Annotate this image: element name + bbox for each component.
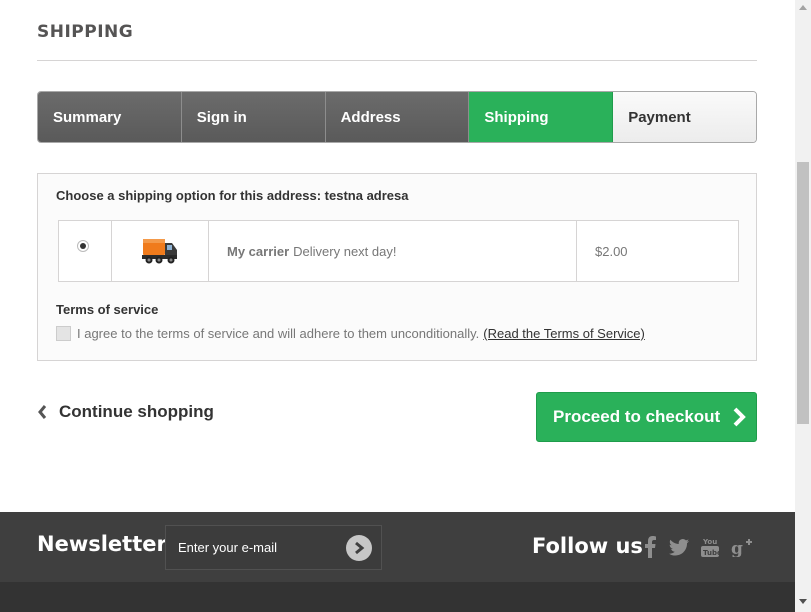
carrier-description: My carrier Delivery next day! bbox=[209, 221, 577, 281]
carrier-price: $2.00 bbox=[595, 243, 628, 259]
newsletter-placeholder: Enter your e-mail bbox=[178, 540, 277, 555]
carrier-radio[interactable] bbox=[77, 240, 89, 252]
footer: Newsletter Enter your e-mail Follow us Y… bbox=[0, 512, 795, 612]
step-payment: Payment bbox=[613, 92, 756, 142]
page-title: SHIPPING bbox=[37, 22, 134, 42]
terms-row: I agree to the terms of service and will… bbox=[56, 326, 645, 341]
svg-text:g: g bbox=[731, 539, 743, 557]
facebook-icon[interactable] bbox=[643, 536, 657, 558]
scroll-down-arrow-icon[interactable] bbox=[799, 599, 807, 604]
svg-text:You: You bbox=[702, 538, 717, 546]
step-address[interactable]: Address bbox=[325, 92, 470, 142]
shipping-options-title: Choose a shipping option for this addres… bbox=[56, 188, 409, 203]
twitter-icon[interactable] bbox=[669, 538, 689, 556]
google-plus-icon[interactable]: g bbox=[731, 537, 753, 557]
carrier-logo-cell bbox=[112, 221, 209, 281]
truck-icon bbox=[141, 232, 179, 271]
carrier-option[interactable]: My carrier Delivery next day! $2.00 bbox=[58, 220, 739, 282]
divider bbox=[37, 60, 757, 61]
terms-checkbox[interactable] bbox=[56, 326, 71, 341]
shipping-options-box: Choose a shipping option for this addres… bbox=[37, 173, 757, 361]
newsletter-submit-button[interactable] bbox=[346, 535, 372, 561]
social-links: You Tube g bbox=[643, 536, 753, 558]
checkout-steps: Summary Sign in Address Shipping Payment bbox=[37, 91, 757, 143]
order-page: SHIPPING Summary Sign in Address Shippin… bbox=[0, 0, 811, 612]
chevron-right-icon bbox=[732, 406, 747, 428]
svg-text:Tube: Tube bbox=[703, 549, 719, 557]
checkout-label: Proceed to checkout bbox=[553, 407, 721, 426]
youtube-icon[interactable]: You Tube bbox=[701, 536, 719, 558]
chevron-left-icon bbox=[37, 404, 47, 420]
carrier-delay: Delivery next day! bbox=[293, 243, 397, 259]
vertical-scrollbar[interactable] bbox=[795, 0, 811, 612]
follow-us-title: Follow us bbox=[532, 534, 643, 558]
read-terms-link[interactable]: (Read the Terms of Service) bbox=[483, 326, 645, 341]
proceed-to-checkout-button[interactable]: Proceed to checkout bbox=[536, 392, 757, 442]
step-shipping: Shipping bbox=[469, 92, 614, 142]
continue-shopping-label: Continue shopping bbox=[59, 402, 214, 421]
newsletter-title: Newsletter bbox=[37, 532, 167, 556]
carrier-radio-cell[interactable] bbox=[59, 221, 112, 281]
footer-bottom-bar bbox=[0, 582, 795, 612]
scrollbar-thumb[interactable] bbox=[797, 162, 809, 424]
continue-shopping-button[interactable]: Continue shopping bbox=[37, 402, 214, 422]
step-summary[interactable]: Summary bbox=[38, 92, 182, 142]
scroll-up-arrow-icon[interactable] bbox=[799, 5, 807, 10]
newsletter-email-input[interactable]: Enter your e-mail bbox=[165, 525, 382, 570]
terms-checkbox-label[interactable]: I agree to the terms of service and will… bbox=[77, 326, 479, 341]
carrier-name: My carrier bbox=[227, 243, 290, 259]
step-sign-in[interactable]: Sign in bbox=[181, 92, 326, 142]
terms-title: Terms of service bbox=[56, 302, 159, 317]
